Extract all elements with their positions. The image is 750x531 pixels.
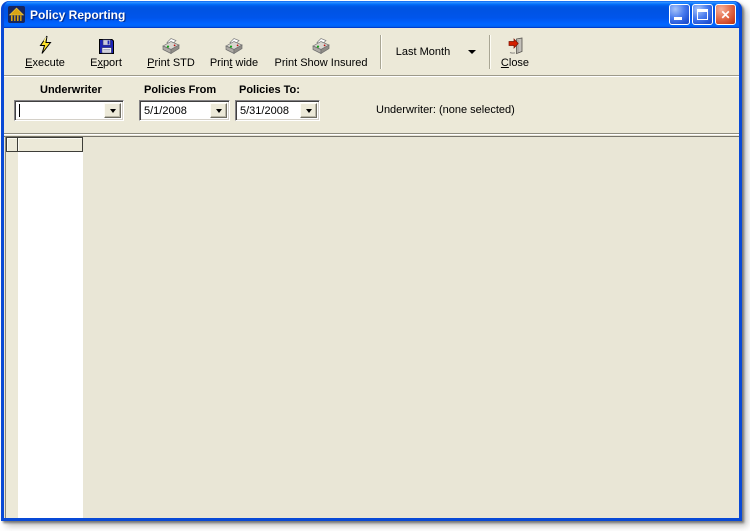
maximize-button[interactable] — [692, 4, 713, 25]
print-wide-button[interactable]: Print wide — [206, 28, 262, 75]
chevron-down-icon — [305, 108, 312, 113]
grid-row-header-column — [6, 152, 18, 518]
save-floppy-icon — [98, 39, 114, 54]
chevron-down-icon — [109, 108, 116, 113]
grid-data-column — [18, 152, 83, 518]
toolbar: Execute Export Print STD Print wide Prin… — [4, 28, 739, 76]
chevron-down-icon — [468, 49, 476, 54]
client-area: Execute Export Print STD Print wide Prin… — [4, 28, 739, 518]
execute-button[interactable]: Execute — [16, 28, 74, 75]
toolbar-separator — [380, 34, 381, 69]
export-button[interactable]: Export — [82, 28, 130, 75]
close-button[interactable]: Close — [494, 28, 536, 75]
policies-to-label: Policies To: — [239, 84, 300, 96]
last-month-label: Last Month — [395, 45, 451, 58]
close-icon: ✕ — [720, 7, 731, 22]
printer-icon — [225, 38, 243, 55]
close-label: Close — [500, 57, 530, 69]
execute-label: Execute — [25, 57, 65, 69]
printer-icon — [312, 38, 330, 55]
policies-to-dropdown-button[interactable] — [300, 103, 317, 118]
underwriter-combobox[interactable] — [14, 100, 124, 121]
policies-to-combobox[interactable]: 5/31/2008 — [235, 100, 320, 121]
window-title: Policy Reporting — [30, 7, 126, 22]
underwriter-label: Underwriter — [40, 84, 102, 96]
title-bar[interactable]: Policy Reporting ✕ — [4, 1, 739, 28]
exit-door-icon — [508, 37, 522, 55]
policies-from-dropdown-button[interactable] — [210, 103, 227, 118]
minimize-button[interactable] — [669, 4, 690, 25]
grid-top-border — [4, 136, 739, 137]
text-caret — [19, 104, 20, 117]
underwriter-status-text: Underwriter: (none selected) — [376, 104, 515, 116]
print-std-button[interactable]: Print STD — [144, 28, 198, 75]
chevron-down-icon — [215, 108, 222, 113]
grid-column-header[interactable] — [17, 137, 83, 152]
maximize-icon — [697, 9, 708, 20]
report-grid-area — [4, 134, 739, 518]
print-show-insured-label: Print Show Insured — [274, 57, 368, 69]
filter-bar: Underwriter Policies From Policies To: 5… — [4, 76, 739, 134]
printer-icon — [162, 38, 180, 55]
toolbar-separator — [489, 34, 490, 69]
underwriter-dropdown-button[interactable] — [104, 103, 121, 118]
window-controls: ✕ — [669, 4, 736, 25]
export-label: Export — [90, 57, 122, 69]
minimize-icon — [674, 17, 682, 20]
policy-reporting-window: Policy Reporting ✕ Execute Export Print … — [1, 1, 742, 521]
print-std-label: Print STD — [147, 57, 195, 69]
app-logo-icon — [8, 6, 25, 23]
policies-to-value[interactable]: 5/31/2008 — [236, 105, 298, 117]
policies-from-label: Policies From — [144, 84, 217, 96]
last-month-button[interactable]: Last Month — [389, 28, 457, 75]
lightning-icon — [39, 35, 52, 54]
date-range-dropdown-button[interactable] — [463, 28, 481, 75]
policies-from-combobox[interactable]: 5/1/2008 — [139, 100, 230, 121]
policies-from-value[interactable]: 5/1/2008 — [140, 105, 208, 117]
print-show-insured-button[interactable]: Print Show Insured — [270, 28, 372, 75]
print-wide-label: Print wide — [209, 57, 259, 69]
close-window-button[interactable]: ✕ — [715, 4, 736, 25]
